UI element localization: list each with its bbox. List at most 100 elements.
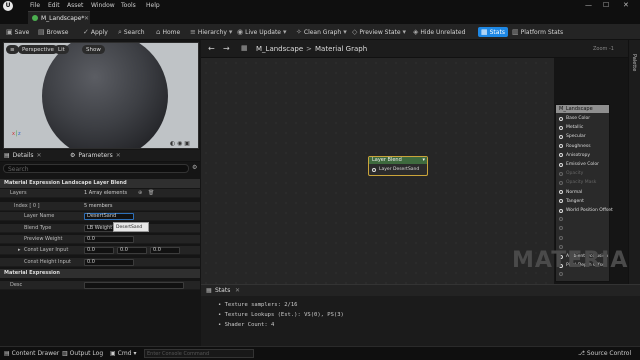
close-icon[interactable]: ✕ — [623, 1, 629, 9]
preview-viewport[interactable]: ≡ Perspective Lit Show x│z ◐ ◉ ▣ — [3, 42, 199, 149]
live-update-button[interactable]: ◉ Live Update ▾ — [237, 27, 287, 37]
section-material-expression[interactable]: Material Expression — [0, 269, 200, 278]
result-input-pin[interactable] — [559, 217, 566, 222]
perspective-button[interactable]: Perspective — [18, 45, 58, 54]
menu-tools[interactable]: Tools — [121, 2, 136, 9]
chevron-down-icon: ▾ — [228, 28, 233, 36]
platform-stats-icon: ▥ — [512, 28, 519, 36]
add-element-icon[interactable]: ⊕ — [138, 190, 142, 196]
search-button[interactable]: ⌕ Search — [118, 27, 145, 37]
result-input-pin[interactable]: Normal — [559, 190, 582, 195]
menu-edit[interactable]: Edit — [48, 2, 60, 9]
viewport-shape-icons[interactable]: ◐ ◉ ▣ — [170, 140, 190, 147]
result-input-pin[interactable]: Opacity — [559, 171, 583, 176]
save-icon: ▣ — [6, 28, 13, 36]
viewport-menu-button[interactable]: ≡ — [6, 45, 19, 54]
result-input-pin[interactable]: World Position Offset — [559, 208, 613, 213]
layer-desertsand-pin[interactable]: Layer DesertSand — [372, 167, 419, 172]
menu-bar: U File Edit Asset Window Tools Help — ☐ … — [0, 0, 640, 11]
source-control-icon: ⎇ — [578, 350, 585, 357]
home-icon: ⌂ — [156, 28, 161, 36]
menu-help[interactable]: Help — [146, 2, 160, 9]
clean-graph-button[interactable]: ✧ Clean Graph ▾ — [296, 27, 347, 37]
graph-icon: ▦ — [241, 44, 248, 52]
result-input-pin[interactable]: Tangent — [559, 199, 584, 204]
output-log-button[interactable]: ▥ Output Log — [62, 350, 103, 357]
result-input-pin[interactable]: Metallic — [559, 125, 583, 130]
result-input-pin[interactable]: Base Color — [559, 116, 590, 121]
menu-file[interactable]: File — [30, 2, 40, 9]
tab-details[interactable]: ▤ Details ✕ — [4, 152, 42, 159]
browse-button[interactable]: ▤ Browse — [38, 27, 68, 37]
result-input-pin[interactable]: Emissive Color — [559, 162, 599, 167]
preview-sphere — [42, 43, 168, 148]
hide-unrelated-button[interactable]: ◈ Hide Unrelated — [413, 27, 465, 37]
back-arrow-icon[interactable]: ← — [208, 44, 215, 53]
details-search-input[interactable]: Search — [3, 164, 189, 173]
const-layer-y-input[interactable]: 0.0 — [117, 247, 147, 254]
breadcrumb-asset[interactable]: M_Landscape — [256, 45, 303, 53]
stats-line: • Shader Count: 4 — [218, 322, 275, 328]
stats-line: • Texture samplers: 2/16 — [218, 302, 298, 308]
content-drawer-icon: ▤ — [4, 350, 10, 357]
settings-icon[interactable]: ⚙ — [192, 164, 197, 171]
minimize-icon[interactable]: — — [585, 1, 592, 9]
chevron-down-icon[interactable]: ▾ — [422, 157, 427, 164]
hide-unrelated-icon: ◈ — [413, 28, 419, 36]
stats-icon: ▦ — [206, 287, 212, 294]
pin-icon — [559, 226, 563, 231]
pin-icon — [559, 235, 563, 240]
stats-button[interactable]: ▦ Stats — [478, 27, 508, 37]
apply-button[interactable]: ✓ Apply — [83, 27, 108, 37]
unreal-logo-icon[interactable]: U — [3, 1, 13, 11]
cmd-icon: ▣ — [110, 350, 116, 357]
tab-parameters[interactable]: ⚙ Parameters ✕ — [70, 152, 121, 159]
row-layers: Layers 1 Array elements ⊕ 🗑 — [0, 189, 200, 198]
menu-asset[interactable]: Asset — [67, 2, 83, 9]
pin-icon — [559, 199, 563, 204]
home-button[interactable]: ⌂ Home — [156, 27, 180, 37]
details-icon: ▤ — [4, 152, 10, 159]
zoom-level: Zoom -1 — [593, 46, 614, 52]
console-input[interactable]: Enter Console Command — [144, 349, 254, 358]
breadcrumb-graph[interactable]: Material Graph — [315, 45, 367, 53]
forward-arrow-icon[interactable]: → — [223, 44, 230, 53]
row-index-0: Index [ 0 ] 5 members — [0, 202, 200, 211]
tab-close-icon[interactable]: ✕ — [84, 15, 89, 22]
cmd-button[interactable]: ▣ Cmd ▾ — [110, 350, 137, 357]
preview-state-button[interactable]: ◇ Preview State ▾ — [352, 27, 406, 37]
maximize-icon[interactable]: ☐ — [603, 1, 609, 9]
show-button[interactable]: Show — [82, 45, 105, 54]
stats-title: Stats — [215, 287, 231, 294]
hierarchy-button[interactable]: ≡ Hierarchy ▾ — [190, 27, 232, 37]
result-input-pin[interactable] — [559, 235, 566, 240]
chevron-down-icon: ▾ — [283, 28, 287, 36]
stats-close-icon[interactable]: ✕ — [235, 287, 240, 294]
platform-stats-button[interactable]: ▥ Platform Stats — [512, 27, 563, 37]
preview-weight-input[interactable]: 0.0 — [84, 236, 134, 243]
layer-blend-node[interactable]: Layer Blend ▾ Layer DesertSand — [368, 156, 428, 176]
toolbar: ▣ Save ▤ Browse ✓ Apply ⌕ Search ⌂ Home ≡ Hier… — [0, 24, 640, 40]
const-layer-x-input[interactable]: 0.0 — [84, 247, 114, 254]
section-landscape-layer-blend[interactable]: Material Expression Landscape Layer Blen… — [0, 179, 200, 188]
const-height-input[interactable]: 0.0 — [84, 259, 134, 266]
content-drawer-button[interactable]: ▤ Content Drawer — [4, 350, 59, 357]
delete-icon[interactable]: 🗑 — [148, 190, 154, 196]
result-input-pin[interactable]: Roughness — [559, 144, 591, 149]
result-input-pin[interactable]: Specular — [559, 134, 586, 139]
menu-window[interactable]: Window — [91, 2, 115, 9]
pin-icon — [559, 153, 563, 158]
axis-gizmo-icon: x│z — [12, 131, 21, 137]
result-input-pin[interactable]: Opacity Mask — [559, 180, 596, 185]
result-input-pin[interactable] — [559, 226, 566, 231]
const-layer-z-input[interactable]: 0.0 — [150, 247, 180, 254]
layer-name-input[interactable]: DesertSand — [84, 213, 134, 220]
result-input-pin[interactable]: Anisotropy — [559, 153, 590, 158]
tab-m-landscape[interactable]: M_Landscape* ✕ — [28, 11, 90, 24]
desc-input[interactable] — [84, 282, 184, 289]
expand-arrow-icon[interactable]: ▸ — [18, 247, 21, 253]
lit-button[interactable]: Lit — [54, 45, 69, 54]
tab-title: M_Landscape* — [41, 15, 85, 22]
save-button[interactable]: ▣ Save — [6, 27, 29, 37]
source-control-button[interactable]: ⎇ Source Control — [578, 350, 631, 357]
